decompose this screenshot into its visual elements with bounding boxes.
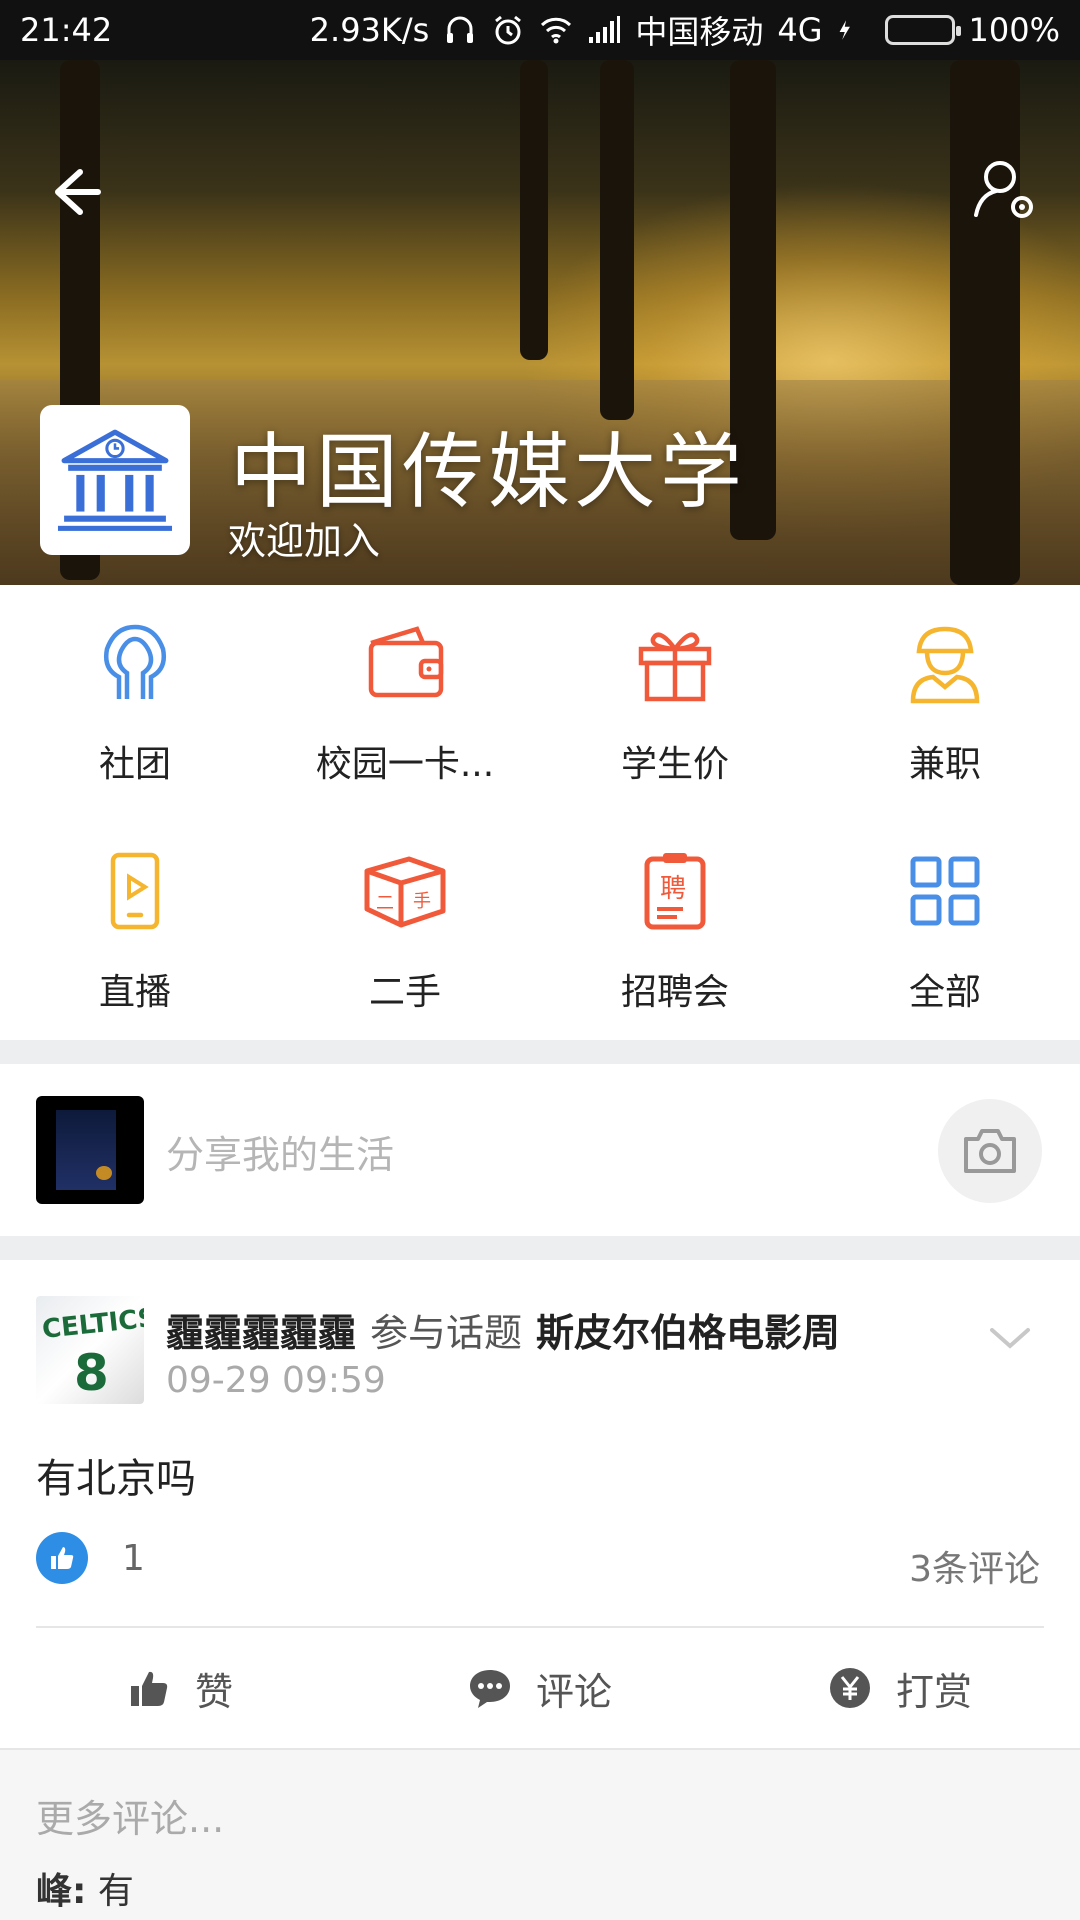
wifi-icon bbox=[539, 13, 573, 47]
share-input[interactable]: 分享我的生活 bbox=[166, 1124, 394, 1179]
comment-button[interactable]: 评论 bbox=[360, 1628, 720, 1748]
join-prompt[interactable]: 欢迎加入 bbox=[228, 510, 380, 565]
grid-item-second-hand[interactable]: 二 手 二手 bbox=[270, 813, 540, 1040]
network-type: 4G bbox=[777, 11, 823, 49]
like-count: 1 bbox=[122, 1537, 145, 1579]
post-likes: 1 bbox=[36, 1532, 145, 1584]
comment-count[interactable]: 3条评论 bbox=[909, 1540, 1040, 1592]
tree-trunk bbox=[520, 60, 548, 360]
signal-icon bbox=[587, 13, 621, 47]
headphones-icon bbox=[443, 13, 477, 47]
more-comments-link[interactable]: 更多评论... bbox=[36, 1788, 224, 1843]
post-author-name[interactable]: 霾霾霾霾霾 bbox=[166, 1311, 356, 1355]
grid-label: 全部 bbox=[908, 972, 981, 1013]
avatar-image-shape bbox=[96, 1166, 112, 1180]
thumbs-up-icon bbox=[130, 1671, 168, 1706]
comment-text: 有 bbox=[97, 1871, 134, 1912]
like-label: 赞 bbox=[194, 1669, 233, 1714]
status-time: 21:42 bbox=[20, 11, 113, 49]
section-divider bbox=[0, 1040, 1080, 1064]
like-badge-icon bbox=[36, 1532, 88, 1584]
status-bar: 21:42 2.93K/s 中国移动 4G 100% bbox=[0, 0, 1080, 60]
back-button[interactable] bbox=[40, 160, 104, 224]
comments-section: 更多评论... 峰: 有 bbox=[0, 1748, 1080, 1920]
battery-percent: 100% bbox=[968, 11, 1060, 49]
battery-icon bbox=[884, 15, 961, 45]
grid-item-all[interactable]: 全部 bbox=[810, 813, 1080, 1040]
section-divider bbox=[0, 1236, 1080, 1260]
camera-icon bbox=[964, 1129, 1016, 1173]
post-time: 09-29 09:59 bbox=[166, 1360, 386, 1401]
worker-icon bbox=[910, 626, 980, 704]
post-content: 有北京吗 bbox=[36, 1456, 196, 1502]
grid-label: 二手 bbox=[368, 972, 441, 1013]
post-header: 霾霾霾霾霾 参与话题 斯皮尔伯格电影周 bbox=[166, 1302, 840, 1357]
jersey-number: 8 bbox=[74, 1344, 109, 1402]
live-phone-icon bbox=[110, 852, 160, 930]
network-speed: 2.93K/s bbox=[309, 11, 430, 49]
cover-header: 中国传媒大学 欢迎加入 bbox=[0, 60, 1080, 585]
svg-text:聘: 聘 bbox=[660, 874, 686, 904]
gift-icon bbox=[638, 632, 712, 702]
chevron-down-icon bbox=[990, 1328, 1030, 1349]
grid-item-job-fair[interactable]: 聘 招聘会 bbox=[540, 813, 810, 1040]
share-box: 分享我的生活 bbox=[0, 1064, 1080, 1236]
grid-item-live[interactable]: 直播 bbox=[0, 813, 270, 1040]
carrier-name: 中国移动 bbox=[635, 13, 764, 51]
grid-label: 学生价 bbox=[620, 744, 729, 785]
svg-text:手: 手 bbox=[413, 891, 431, 912]
post-author-avatar[interactable]: CELTICS 8 bbox=[36, 1296, 144, 1404]
app-page: 21:42 2.93K/s 中国移动 4G 100% 中国传媒大学 欢迎加入 社… bbox=[0, 0, 1080, 1920]
grid-item-campus-card[interactable]: 校园一卡... bbox=[270, 585, 540, 813]
like-button[interactable]: 赞 bbox=[0, 1628, 360, 1748]
wallet-icon bbox=[368, 626, 444, 698]
comment-label: 评论 bbox=[535, 1669, 612, 1714]
yuan-coin-icon bbox=[829, 1668, 870, 1708]
charging-icon bbox=[837, 13, 871, 47]
reward-button[interactable]: 打赏 bbox=[720, 1628, 1080, 1748]
grid-item-student-price[interactable]: 学生价 bbox=[540, 585, 810, 813]
comment-item: 峰: 有 bbox=[36, 1862, 134, 1914]
back-arrow-icon bbox=[55, 169, 101, 215]
camera-button[interactable] bbox=[938, 1099, 1042, 1203]
status-right: 2.93K/s 中国移动 4G 100% bbox=[310, 7, 1060, 53]
grid-label: 直播 bbox=[98, 972, 171, 1013]
grid-label: 社团 bbox=[98, 744, 171, 785]
grid-item-part-time[interactable]: 兼职 bbox=[810, 585, 1080, 813]
feature-grid: 社团 校园一卡... 学生价 兼职 直播 二 手 二手 聘 招聘会 全部 bbox=[0, 585, 1080, 1040]
jersey-text: CELTICS bbox=[40, 1303, 144, 1345]
grid-label: 校园一卡... bbox=[315, 744, 495, 785]
tree-trunk bbox=[600, 60, 634, 420]
grid-item-clubs[interactable]: 社团 bbox=[0, 585, 270, 813]
member-settings-button[interactable] bbox=[968, 155, 1040, 227]
reward-label: 打赏 bbox=[895, 1669, 972, 1714]
comment-author[interactable]: 峰: bbox=[36, 1871, 86, 1912]
my-avatar[interactable] bbox=[36, 1096, 144, 1204]
school-logo bbox=[40, 405, 190, 555]
people-icon bbox=[104, 624, 166, 699]
alarm-icon bbox=[491, 13, 525, 47]
post-topic[interactable]: 斯皮尔伯格电影周 bbox=[536, 1311, 840, 1355]
post-more-button[interactable] bbox=[984, 1320, 1036, 1356]
post-action-text: 参与话题 bbox=[370, 1311, 523, 1355]
comment-bubble-icon bbox=[469, 1670, 510, 1708]
grid-label: 招聘会 bbox=[620, 972, 729, 1013]
tree-trunk bbox=[950, 60, 1020, 585]
post-actions: 赞 评论 打赏 bbox=[0, 1628, 1080, 1748]
user-settings-icon bbox=[974, 161, 1033, 218]
grid-label: 兼职 bbox=[908, 744, 981, 785]
svg-text:二: 二 bbox=[376, 893, 394, 914]
grid-icon bbox=[910, 856, 980, 926]
box-icon: 二 手 bbox=[364, 856, 446, 928]
recruit-icon: 聘 bbox=[644, 853, 706, 930]
school-name: 中国传媒大学 bbox=[230, 425, 747, 520]
building-icon bbox=[57, 429, 173, 531]
